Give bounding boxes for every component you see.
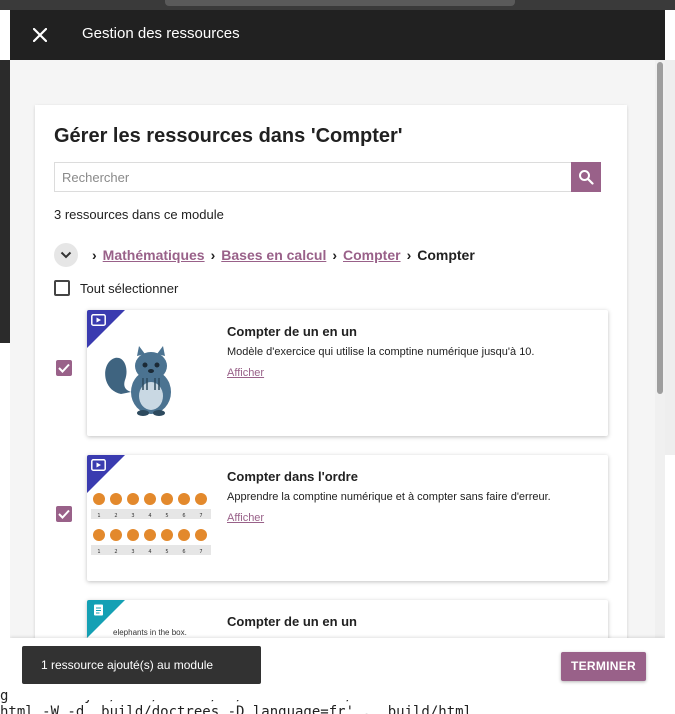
number-label: 6: [182, 513, 185, 519]
squirrel-mark: [110, 493, 122, 505]
squirrel-mark: [144, 529, 156, 541]
squirrel-mark: [178, 529, 190, 541]
thumbnail-caption: elephants in the box.: [113, 628, 187, 637]
squirrel-mark: [127, 493, 139, 505]
breadcrumb: › Mathématiques › Bases en calcul › Comp…: [54, 242, 475, 268]
squirrel-mark: [195, 493, 207, 505]
breadcrumb-link[interactable]: Mathématiques: [103, 247, 205, 263]
video-icon: [91, 459, 106, 471]
search-button[interactable]: [571, 162, 601, 192]
breadcrumb-link[interactable]: Compter: [343, 247, 401, 263]
squirrel-mark: [110, 529, 122, 541]
resource-checkbox[interactable]: [56, 506, 72, 522]
resource-manager-modal: Gestion des ressources Gérer les ressour…: [10, 10, 665, 700]
squirrel-mark: [195, 529, 207, 541]
resource-card[interactable]: 1 2 3 4 5 6 7 1 2 3 4 5 6 7 Compter dans l'ordre Appr…: [87, 455, 608, 581]
breadcrumb-separator: ›: [92, 247, 97, 263]
number-line-thumbnail: 1 2 3 4 5 6 7 1 2 3 4 5 6 7: [91, 493, 211, 555]
number-label: 1: [97, 513, 100, 519]
squirrel-mark: [93, 493, 105, 505]
search-box: [54, 162, 601, 192]
exercise-icon: [94, 604, 103, 616]
modal-footer: 1 ressource ajouté(s) au module TERMINER: [10, 638, 665, 700]
resource-item: 1 2 3 4 5 6 7 1 2 3 4 5 6 7 Compter dans l'ordre Appr…: [35, 455, 627, 583]
snackbar: 1 ressource ajouté(s) au module: [22, 646, 261, 684]
select-all-label: Tout sélectionner: [80, 280, 179, 296]
number-label: 2: [114, 549, 117, 555]
number-label: 2: [114, 513, 117, 519]
number-label: 1: [97, 549, 100, 555]
resource-title: Compter dans l'ordre: [227, 469, 358, 484]
resource-count: 3 ressources dans ce module: [54, 207, 224, 222]
squirrel-thumbnail: [105, 346, 171, 416]
number-label: 3: [131, 513, 134, 519]
resource-description: Modèle d'exercice qui utilise la comptin…: [227, 346, 535, 358]
squirrel-mark: [93, 529, 105, 541]
resource-card[interactable]: Compter de un en un Modèle d'exercice qu…: [87, 310, 608, 436]
squirrel-mark: [161, 493, 173, 505]
chevron-down-icon: [60, 251, 72, 259]
content-card: Gérer les ressources dans 'Compter' 3 re…: [35, 105, 627, 700]
close-button[interactable]: [30, 25, 50, 45]
scrollbar-thumb[interactable]: [657, 62, 663, 394]
modal-title: Gestion des ressources: [82, 25, 240, 42]
terminal-line: html -W -d _build/doctrees -D language=f…: [0, 704, 473, 714]
number-label: 5: [165, 549, 168, 555]
checkmark-icon: [58, 363, 70, 373]
page-title: Gérer les ressources dans 'Compter': [54, 125, 403, 147]
number-label: 4: [148, 549, 151, 555]
number-label: 4: [148, 513, 151, 519]
top-input-fragment: [165, 0, 515, 6]
resource-checkbox[interactable]: [56, 360, 72, 376]
close-icon: [32, 27, 48, 43]
modal-app-bar: Gestion des ressources: [10, 10, 665, 60]
squirrel-mark: [161, 529, 173, 541]
number-label: 5: [165, 513, 168, 519]
checkmark-icon: [58, 509, 70, 519]
done-button[interactable]: TERMINER: [561, 652, 646, 681]
squirrel-mark: [127, 529, 139, 541]
number-label: 7: [199, 513, 202, 519]
breadcrumb-separator: ›: [332, 247, 337, 263]
number-label: 6: [182, 549, 185, 555]
resource-title: Compter de un en un: [227, 324, 357, 339]
breadcrumb-link[interactable]: Bases en calcul: [221, 247, 326, 263]
breadcrumb-separator: ›: [210, 247, 216, 263]
search-input[interactable]: [55, 163, 572, 191]
breadcrumb-current: Compter: [417, 247, 475, 263]
squirrel-mark: [178, 493, 190, 505]
search-icon: [579, 170, 594, 185]
top-bar: [0, 0, 675, 10]
video-icon: [91, 314, 106, 326]
number-label: 3: [131, 549, 134, 555]
number-label: 7: [199, 549, 202, 555]
background-window-strip: [0, 60, 10, 343]
view-link[interactable]: Afficher: [227, 367, 264, 379]
resource-title: Compter de un en un: [227, 614, 357, 629]
resource-description: Apprendre la comptine numérique et à com…: [227, 491, 551, 503]
view-link[interactable]: Afficher: [227, 512, 264, 524]
breadcrumb-separator: ›: [406, 247, 412, 263]
select-all-checkbox[interactable]: [54, 280, 70, 296]
modal-scrollbar[interactable]: [655, 60, 665, 700]
resource-item: Compter de un en un Modèle d'exercice qu…: [35, 310, 627, 438]
select-all[interactable]: Tout sélectionner: [54, 280, 178, 296]
breadcrumb-toggle[interactable]: [54, 243, 78, 267]
squirrel-mark: [144, 493, 156, 505]
